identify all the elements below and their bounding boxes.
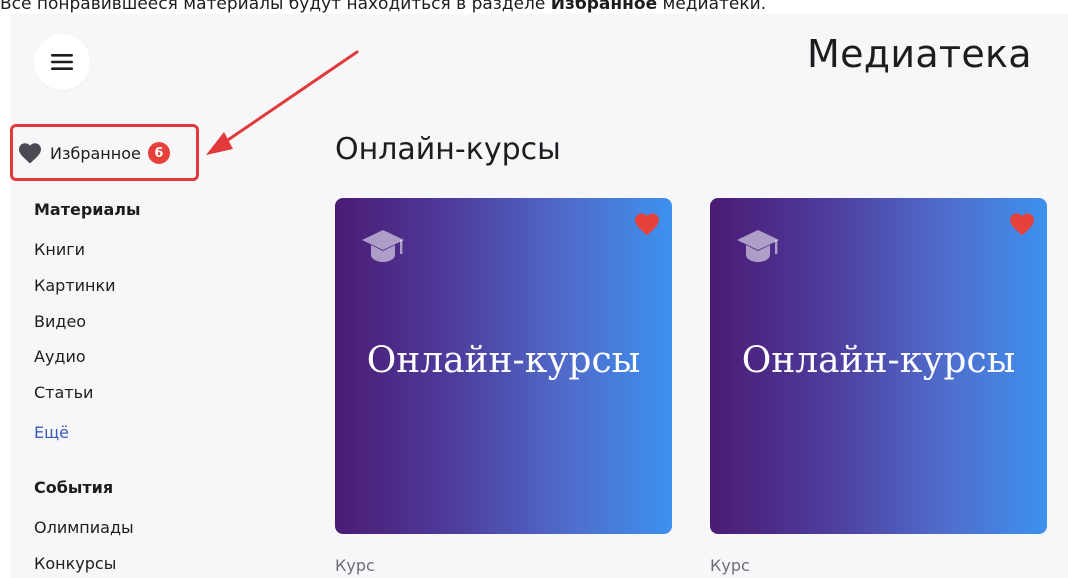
graduation-cap-icon <box>362 230 404 262</box>
sidebar-item-favorites[interactable]: Избранное 6 <box>18 140 170 166</box>
page-title: Медиатека <box>807 32 1032 76</box>
favorites-count-badge: 6 <box>147 142 170 164</box>
sidebar-item-olympiads[interactable]: Олимпиады <box>34 518 134 537</box>
sidebar-item-video[interactable]: Видео <box>34 312 86 331</box>
graduation-cap-icon <box>737 230 779 262</box>
card-title: Онлайн-курсы <box>366 340 641 381</box>
course-card[interactable]: Онлайн-курсы <box>335 198 672 534</box>
media-library-app: Медиатека Избранное 6 Материалы Книги Ка… <box>10 14 1068 578</box>
favorite-heart-icon[interactable] <box>1009 212 1035 236</box>
nav-heading-events: События <box>34 478 114 497</box>
heart-icon <box>19 143 41 164</box>
sidebar-more-link[interactable]: Ещё <box>34 423 69 442</box>
favorite-heart-icon[interactable] <box>634 212 660 236</box>
favorites-label: Избранное <box>50 143 141 163</box>
caption-text-before: Все понравившееся материалы будут находи… <box>0 0 551 14</box>
card-type-label: Курс <box>335 556 375 575</box>
sidebar-item-contests[interactable]: Конкурсы <box>34 554 116 573</box>
sidebar-item-pictures[interactable]: Картинки <box>34 276 116 295</box>
hamburger-menu-icon <box>51 54 73 70</box>
card-type-label: Курс <box>710 556 750 575</box>
sidebar-item-books[interactable]: Книги <box>34 240 85 259</box>
sidebar-item-articles[interactable]: Статьи <box>34 383 93 402</box>
menu-button[interactable] <box>34 34 90 90</box>
nav-heading-materials: Материалы <box>34 200 141 219</box>
caption-text-bold: Избранное <box>550 0 658 14</box>
sidebar-item-audio[interactable]: Аудио <box>34 347 86 366</box>
caption-text-after: медиатеки. <box>657 0 767 14</box>
course-card[interactable]: Онлайн-курсы <box>710 198 1047 534</box>
card-title: Онлайн-курсы <box>741 340 1016 381</box>
section-title: Онлайн-курсы <box>335 132 561 167</box>
instruction-caption: Все понравившееся материалы будут находи… <box>0 0 1068 14</box>
